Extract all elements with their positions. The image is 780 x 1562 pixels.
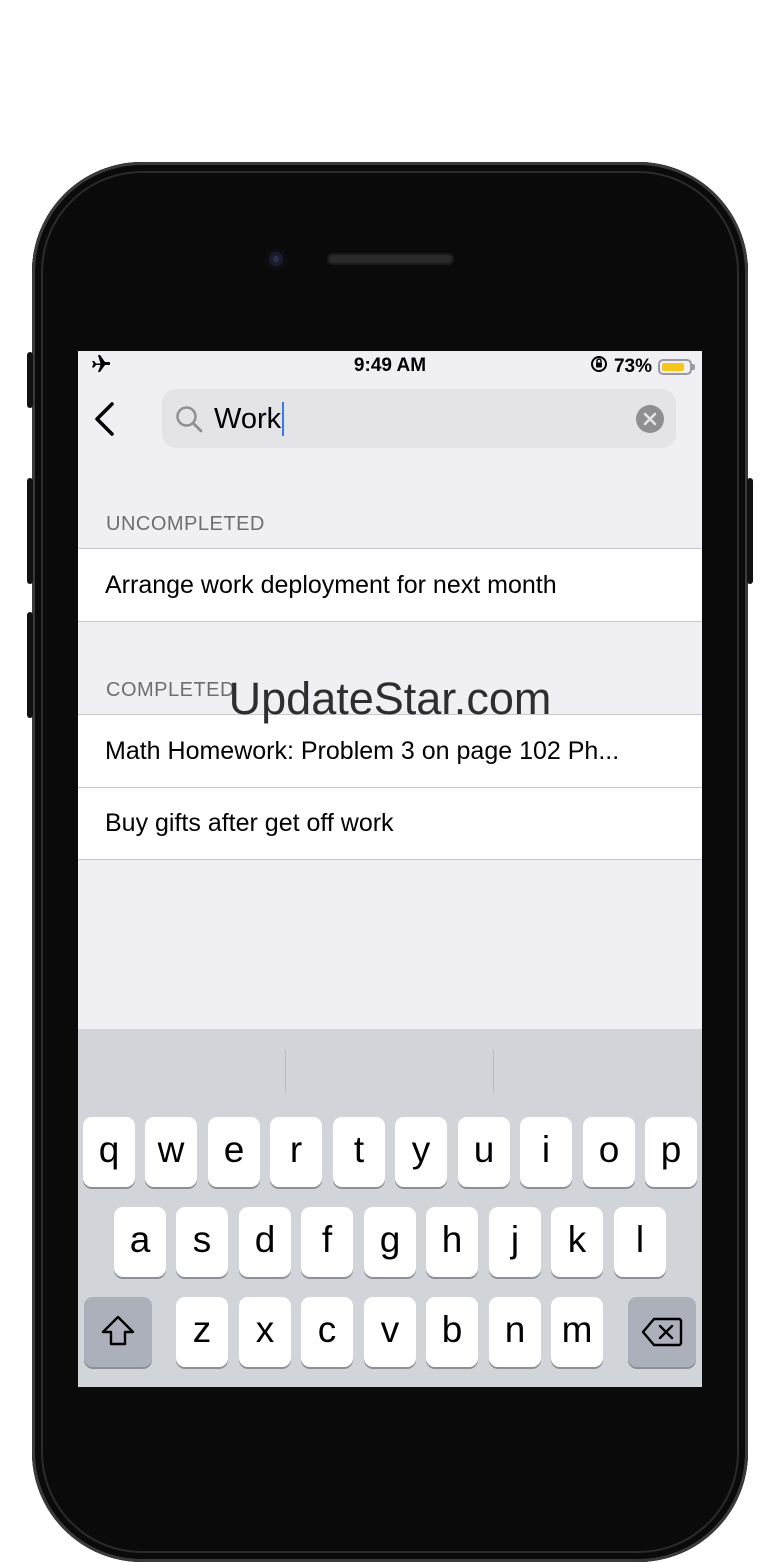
clear-icon[interactable] [636,405,664,433]
power-button [747,478,753,584]
key-k[interactable]: k [551,1207,603,1277]
key-o[interactable]: o [583,1117,635,1187]
keyboard-row-3: z x c v b n m [78,1297,702,1369]
key-j[interactable]: j [489,1207,541,1277]
mute-switch [27,352,33,408]
key-x[interactable]: x [239,1297,291,1367]
key-s[interactable]: s [176,1207,228,1277]
key-a[interactable]: a [114,1207,166,1277]
uncompleted-list: Arrange work deployment for next month [78,548,702,622]
key-q[interactable]: q [83,1117,135,1187]
volume-up-button [27,478,33,584]
shift-key[interactable] [84,1297,152,1367]
volume-down-button [27,612,33,718]
section-header-completed: COMPLETED [106,679,235,701]
key-l[interactable]: l [614,1207,666,1277]
key-z[interactable]: z [176,1297,228,1367]
status-bar: 9:49 AM 73% [78,351,702,381]
text-caret [282,402,285,436]
key-b[interactable]: b [426,1297,478,1367]
key-c[interactable]: c [301,1297,353,1367]
key-u[interactable]: u [458,1117,510,1187]
chevron-left-icon [95,402,114,436]
back-button[interactable] [90,401,120,437]
key-i[interactable]: i [520,1117,572,1187]
key-e[interactable]: e [208,1117,260,1187]
key-n[interactable]: n [489,1297,541,1367]
backspace-icon [641,1317,683,1347]
section-header-uncompleted: UNCOMPLETED [106,513,265,535]
key-f[interactable]: f [301,1207,353,1277]
key-w[interactable]: w [145,1117,197,1187]
keyboard: q w e r t y u i o p a s d f g h j k l z [78,1029,702,1387]
key-r[interactable]: r [270,1117,322,1187]
search-input-value: Work [214,403,282,435]
front-camera [265,248,287,270]
predictive-bar-divider [493,1050,494,1092]
search-icon [174,404,204,439]
keyboard-row-2: a s d f g h j k l [78,1207,702,1279]
key-y[interactable]: y [395,1117,447,1187]
earpiece-speaker [327,253,454,265]
delete-key[interactable] [628,1297,696,1367]
navigation-bar: Work [78,387,702,451]
shift-icon [101,1315,135,1346]
key-m[interactable]: m [551,1297,603,1367]
key-g[interactable]: g [364,1207,416,1277]
battery-percent: 73% [613,356,652,377]
completed-list: Math Homework: Problem 3 on page 102 Ph.… [78,714,702,860]
key-h[interactable]: h [426,1207,478,1277]
battery-icon [658,359,695,375]
predictive-bar-divider [285,1050,286,1092]
screen: 9:49 AM 73% Work UNCOMPLETED Arrange wor… [78,351,702,1387]
list-item[interactable]: Math Homework: Problem 3 on page 102 Ph.… [78,715,702,787]
list-item[interactable]: Buy gifts after get off work [78,787,702,859]
list-item[interactable]: Arrange work deployment for next month [78,549,702,621]
key-p[interactable]: p [645,1117,697,1187]
keyboard-row-1: q w e r t y u i o p [78,1117,702,1189]
orientation-lock-icon [590,355,608,379]
search-input[interactable]: Work [214,401,614,437]
key-t[interactable]: t [333,1117,385,1187]
key-v[interactable]: v [364,1297,416,1367]
search-bar[interactable]: Work [162,389,676,448]
key-d[interactable]: d [239,1207,291,1277]
